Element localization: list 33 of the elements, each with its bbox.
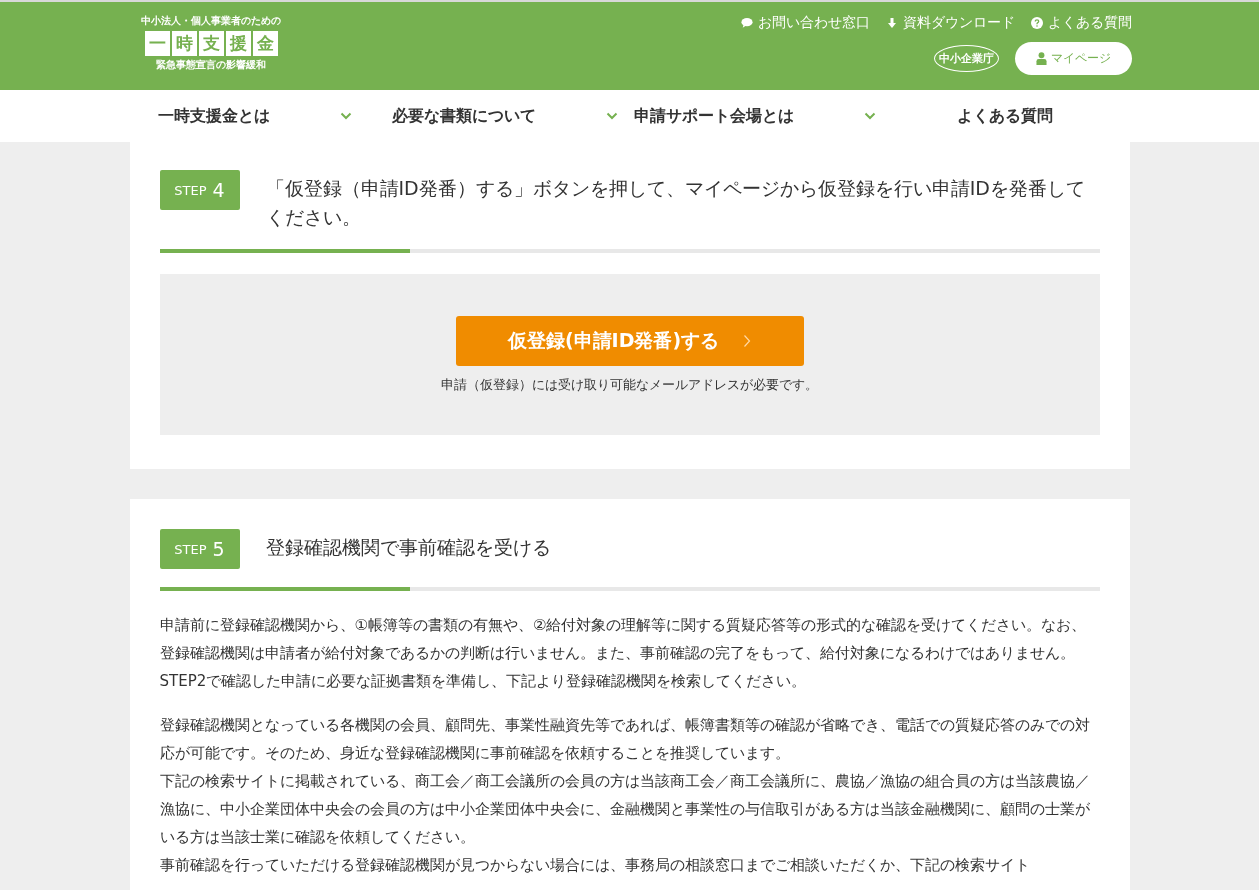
- chevron-down-icon: [339, 112, 352, 120]
- chevron-down-icon: [863, 112, 876, 120]
- step-title: 登録確認機関で事前確認を受ける: [265, 535, 551, 560]
- chevron-down-icon: [605, 112, 618, 120]
- logo-subtitle: 緊急事態宣言の影響緩和: [156, 58, 266, 72]
- chevron-right-icon: [743, 333, 752, 348]
- header-link[interactable]: お問い合わせ窓口: [741, 14, 870, 32]
- step-title: 「仮登録（申請ID発番）する」ボタンを押して、マイページから仮登録を行い申請IDを発番してください。: [265, 176, 1086, 230]
- nav-item[interactable]: 一時支援金とは: [129, 105, 380, 127]
- register-button[interactable]: 仮登録(申請ID発番)する: [455, 315, 804, 366]
- header-link[interactable]: よくある質問: [1031, 14, 1132, 32]
- logo-character: 一: [144, 31, 170, 56]
- nav-item[interactable]: 必要な書類について: [379, 105, 630, 127]
- header-link[interactable]: 資料ダウンロード: [886, 14, 1015, 32]
- logo-character: 支: [198, 31, 224, 56]
- person-icon: [1036, 52, 1047, 65]
- body-paragraph: 登録確認機関となっている各機関の会員、顧問先、事業性融資先等であれば、帳簿書類等の確認が省略でき、電話での質疑応答のみでの対応が可能です。そのため、身近な登録確認機関に事前確認を依頼することを推奨しています。: [159, 715, 1091, 764]
- note-text: 申請（仮登録）には受け取り可能なメールアドレスが必要です。: [441, 375, 818, 394]
- logo-character: 援: [225, 31, 251, 56]
- logo-tagline: 中小法人・個人事業者のための: [141, 14, 281, 28]
- step-badge: STEP 4: [159, 170, 240, 210]
- nav-item[interactable]: よくある質問: [879, 105, 1130, 127]
- body-paragraph: 下記の検索サイトに掲載されている、商工会／商工会議所の会員の方は当該商工会／商工会議所に、農協／漁協の組合員の方は当該農協／漁協に、中小企業団体中央会の会員の方は中小企業団体中央会に、金融機関と事業性の与信取引がある方は当該金融機関に、顧問の士業がいる方は当該士業に確認を依頼してください。: [159, 771, 1091, 848]
- nav-item[interactable]: 申請サポート会場とは: [629, 105, 880, 127]
- body-paragraph: 事前確認を行っていただける登録確認機関が見つからない場合には、事務局の相談窓口までご相談いただくか、下記の検索サイト: [159, 855, 1031, 876]
- help-icon: [1031, 17, 1043, 29]
- logo-character: 金: [252, 31, 278, 56]
- mypage-button[interactable]: マイページ: [1015, 42, 1132, 75]
- download-arrow-icon: [886, 17, 898, 29]
- speech-bubble-icon: [741, 17, 753, 29]
- step-badge: STEP 5: [159, 529, 240, 569]
- logo-character: 時: [171, 31, 197, 56]
- body-paragraph: 申請前に登録確認機関から、①帳簿等の書類の有無や、②給付対象の理解等に関する質疑応答等の形式的な確認を受けてください。なお、登録確認機関は申請者が給付対象であるかの判断は行いません。また、事前確認の完了をもって、給付対象になるわけではありません。STEP2で確認した申請に必要な証拠書類を準備し、下記より登録確認機関を検索してください。: [159, 615, 1088, 692]
